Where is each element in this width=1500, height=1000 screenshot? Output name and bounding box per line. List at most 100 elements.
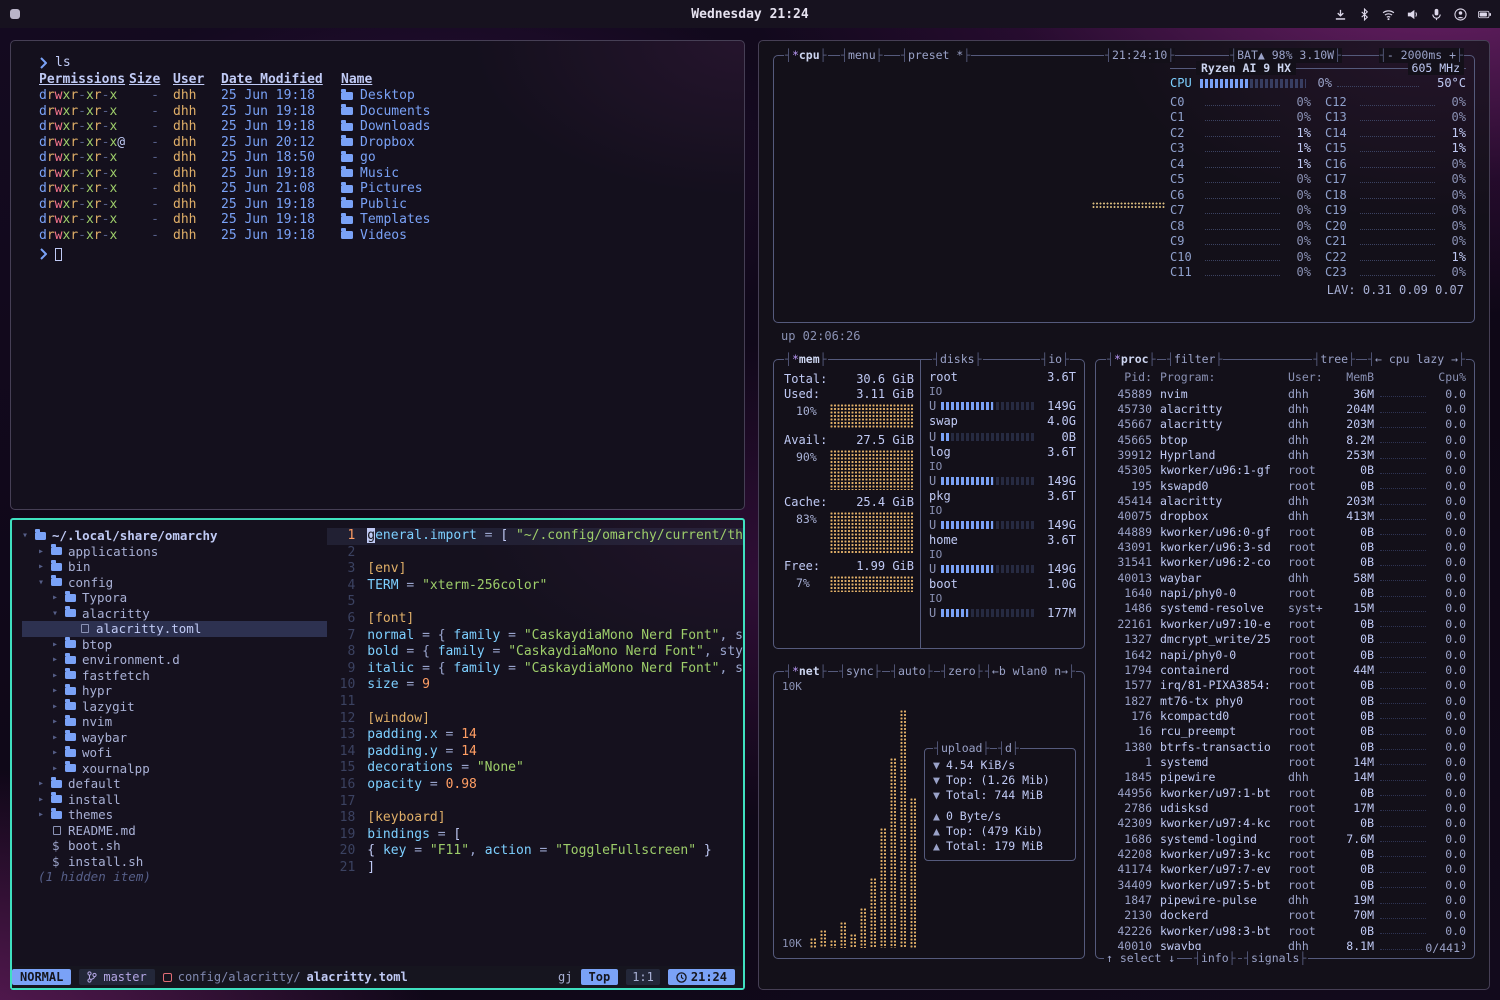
column-user[interactable]: User: — [1288, 370, 1334, 386]
process-row[interactable]: 2786 udisksd root 17M 0.0 — [1104, 800, 1466, 815]
process-row[interactable]: 44889 kworker/u96:0-gf root 0B 0.0 — [1104, 524, 1466, 539]
io-title[interactable]: io — [1040, 352, 1070, 367]
wifi-icon[interactable] — [1381, 7, 1396, 22]
process-row[interactable]: 1686 systemd-logind root 7.6M 0.0 — [1104, 831, 1466, 846]
volume-icon[interactable] — [1405, 7, 1420, 22]
tree-item-nvim[interactable]: ▸nvim — [22, 714, 327, 730]
process-row[interactable]: 1794 containerd root 44M 0.0 — [1104, 662, 1466, 677]
process-row[interactable]: 39912 Hyprland dhh 253M 0.0 — [1104, 447, 1466, 462]
process-row[interactable]: 45305 kworker/u96:1-gf root 0B 0.0 — [1104, 463, 1466, 478]
tree-item-lazygit[interactable]: ▸lazygit — [22, 699, 327, 715]
process-row[interactable]: 45667 alacritty dhh 203M 0.0 — [1104, 417, 1466, 432]
process-row[interactable]: 1380 btrfs-transactio root 0B 0.0 — [1104, 739, 1466, 754]
tree-item-bin[interactable]: ▸bin — [22, 559, 327, 575]
process-row[interactable]: 34409 kworker/u97:5-bt root 0B 0.0 — [1104, 877, 1466, 892]
process-pid: 45889 — [1104, 387, 1152, 401]
tree-item-alacritty.toml[interactable]: alacritty.toml — [22, 621, 327, 637]
process-memory: 0B — [1334, 694, 1374, 708]
column-cpu[interactable]: Cpu% — [1432, 370, 1466, 386]
tree-item-default[interactable]: ▸default — [22, 776, 327, 792]
process-row[interactable]: 176 kcompactd0 root 0B 0.0 — [1104, 708, 1466, 723]
zero-button[interactable]: zero — [940, 664, 984, 679]
tree-item-README.md[interactable]: README.md — [22, 823, 327, 839]
tree-item-alacritty[interactable]: ▾alacritty — [22, 606, 327, 622]
interface-selector[interactable]: ←b wlan0 n→ — [984, 664, 1076, 679]
process-row[interactable]: 40075 dropbox dhh 413M 0.0 — [1104, 509, 1466, 524]
tree-item-install.sh[interactable]: $install.sh — [22, 854, 327, 870]
battery-icon[interactable] — [1477, 7, 1492, 22]
process-row[interactable]: 1 systemd root 14M 0.0 — [1104, 754, 1466, 769]
column-memory[interactable]: MemB — [1334, 370, 1374, 386]
process-row[interactable]: 42226 kworker/u98:3-bt root 0B 0.0 — [1104, 923, 1466, 938]
process-row[interactable]: 16 rcu_preempt root 0B 0.0 — [1104, 724, 1466, 739]
sort-control[interactable]: ← cpu lazy → — [1367, 352, 1466, 367]
process-cpu-graph — [1380, 590, 1426, 597]
auto-button[interactable]: auto — [890, 664, 934, 679]
core-graph — [1360, 129, 1435, 137]
tray-icon[interactable] — [1333, 7, 1348, 22]
process-row[interactable]: 45665 btop dhh 8.2M 0.0 — [1104, 432, 1466, 447]
column-pid[interactable]: Pid: — [1104, 370, 1152, 386]
tree-item-Typora[interactable]: ▸Typora — [22, 590, 327, 606]
process-row[interactable]: 1640 napi/phy0-0 root 0B 0.0 — [1104, 585, 1466, 600]
process-row[interactable]: 45889 nvim dhh 36M 0.0 — [1104, 386, 1466, 401]
tree-item-hypr[interactable]: ▸hypr — [22, 683, 327, 699]
process-cpu: 0.0 — [1432, 694, 1466, 708]
menu-button[interactable]: menu — [840, 48, 884, 63]
process-row[interactable]: 1847 pipewire-pulse dhh 19M 0.0 — [1104, 892, 1466, 907]
process-row[interactable]: 2130 dockerd root 70M 0.0 — [1104, 908, 1466, 923]
process-row[interactable]: 40013 waybar dhh 58M 0.0 — [1104, 570, 1466, 585]
process-program: dmcrypt_write/25 — [1160, 632, 1288, 646]
process-pid: 1686 — [1104, 832, 1152, 846]
documents-icon — [341, 107, 353, 115]
process-row[interactable]: 44956 kworker/u97:1-bt root 0B 0.0 — [1104, 785, 1466, 800]
tree-root[interactable]: ▾ ~/.local/share/omarchy — [22, 528, 327, 544]
process-row[interactable]: 40010 swaybg dhh 8.1M 0.0 — [1104, 938, 1466, 950]
info-button[interactable]: info — [1192, 951, 1238, 966]
tree-item-install[interactable]: ▸install — [22, 792, 327, 808]
select-control[interactable]: ↑ select ↓ — [1104, 951, 1177, 966]
process-row[interactable]: 22161 kworker/u97:10-e root 0B 0.0 — [1104, 616, 1466, 631]
tree-item-config[interactable]: ▾config — [22, 575, 327, 591]
mic-icon[interactable] — [1429, 7, 1444, 22]
tree-item-boot.sh[interactable]: $boot.sh — [22, 838, 327, 854]
process-row[interactable]: 45414 alacritty dhh 203M 0.0 — [1104, 493, 1466, 508]
process-cpu: 0.0 — [1432, 387, 1466, 401]
process-row[interactable]: 1827 mt76-tx phy0 root 0B 0.0 — [1104, 693, 1466, 708]
process-row[interactable]: 1327 dmcrypt_write/25 root 0B 0.0 — [1104, 632, 1466, 647]
preset-button[interactable]: preset * — [900, 48, 971, 63]
code-editor[interactable]: 1general.import = [ "~/.config/omarchy/c… — [327, 520, 743, 966]
process-row[interactable]: 42208 kworker/u97:3-kc root 0B 0.0 — [1104, 846, 1466, 861]
sync-button[interactable]: sync — [838, 664, 882, 679]
file-permissions: drwxr-xr-x — [39, 228, 129, 244]
process-row[interactable]: 1577 irq/81-PIXA3854: root 0B 0.0 — [1104, 678, 1466, 693]
process-row[interactable]: 1845 pipewire dhh 14M 0.0 — [1104, 770, 1466, 785]
process-row[interactable]: 41174 kworker/u97:7-ev root 0B 0.0 — [1104, 862, 1466, 877]
process-row[interactable]: 31541 kworker/u96:2-co root 0B 0.0 — [1104, 555, 1466, 570]
process-pid: 31541 — [1104, 555, 1152, 569]
signals-button[interactable]: signals — [1242, 951, 1308, 966]
process-row[interactable]: 43091 kworker/u96:3-sd root 0B 0.0 — [1104, 539, 1466, 554]
tree-button[interactable]: tree — [1312, 352, 1356, 367]
file-size: - — [129, 212, 159, 228]
refresh-rate-control[interactable]: - 2000ms + — [1379, 48, 1464, 63]
column-program[interactable]: Program: — [1160, 370, 1288, 386]
filter-button[interactable]: filter — [1166, 352, 1223, 367]
process-memory: 36M — [1334, 387, 1374, 401]
tree-item-xournalpp[interactable]: ▸xournalpp — [22, 761, 327, 777]
code-line-2: 2 — [327, 545, 743, 562]
account-icon[interactable] — [1453, 7, 1468, 22]
process-row[interactable]: 45730 alacritty dhh 204M 0.0 — [1104, 401, 1466, 416]
tree-item-fastfetch[interactable]: ▸fastfetch — [22, 668, 327, 684]
bluetooth-icon[interactable] — [1357, 7, 1372, 22]
process-row[interactable]: 1642 napi/phy0-0 root 0B 0.0 — [1104, 647, 1466, 662]
tree-item-wofi[interactable]: ▸wofi — [22, 745, 327, 761]
tree-item-applications[interactable]: ▸applications — [22, 544, 327, 560]
process-row[interactable]: 1486 systemd-resolve syst+ 15M 0.0 — [1104, 601, 1466, 616]
process-row[interactable]: 42309 kworker/u97:4-kc root 0B 0.0 — [1104, 816, 1466, 831]
process-row[interactable]: 195 kswapd0 root 0B 0.0 — [1104, 478, 1466, 493]
tree-item-themes[interactable]: ▸themes — [22, 807, 327, 823]
tree-item-waybar[interactable]: ▸waybar — [22, 730, 327, 746]
tree-item-btop[interactable]: ▸btop — [22, 637, 327, 653]
tree-item-environment.d[interactable]: ▸environment.d — [22, 652, 327, 668]
